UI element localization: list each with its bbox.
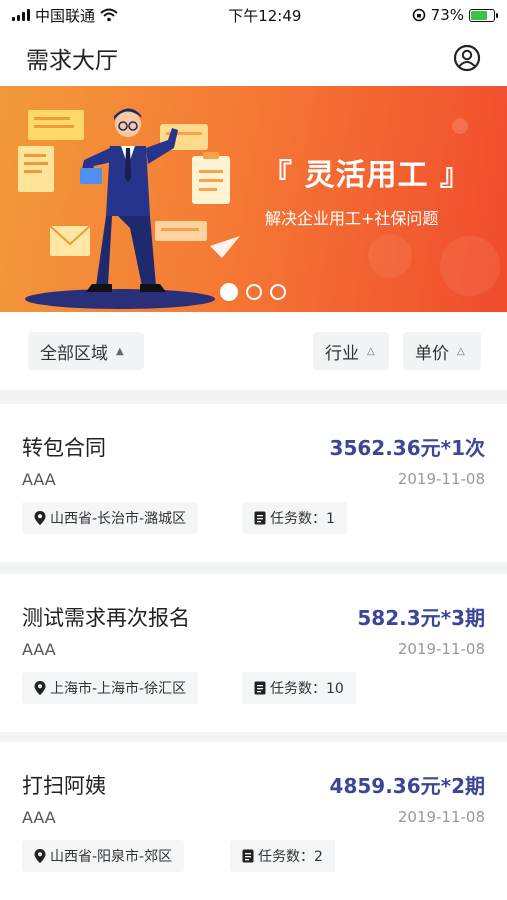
promo-banner[interactable]: 『 灵活用工 』 解决企业用工+社保问题 (0, 86, 507, 312)
location-pin-icon (34, 511, 46, 525)
card-date: 2019-11-08 (397, 808, 485, 826)
region-filter[interactable]: 全部区域 ▲ (28, 332, 144, 370)
task-count-text: 任务数：2 (258, 849, 323, 865)
carousel-dot[interactable] (270, 284, 286, 300)
task-count-tag: 任务数：10 (242, 672, 356, 704)
industry-filter[interactable]: 行业 △ (313, 332, 389, 370)
location-tag: 山西省-长治市-潞城区 (22, 502, 199, 534)
task-count-text: 任务数：1 (270, 511, 335, 527)
location-pin-icon (34, 681, 46, 695)
status-right: 73% (412, 6, 498, 24)
caret-up-icon: △ (367, 345, 375, 357)
battery-percent: 73% (430, 6, 464, 24)
card-price: 4859.36元*2期 (329, 774, 485, 798)
card-org: AAA (22, 640, 56, 659)
location-text: 山西省-阳泉市-郊区 (50, 849, 173, 865)
banner-illustration (18, 108, 500, 309)
card-org: AAA (22, 808, 56, 827)
location-tag: 山西省-阳泉市-郊区 (22, 840, 185, 872)
clock: 下午12:49 (228, 6, 302, 25)
location-pin-icon (34, 849, 46, 863)
document-icon (242, 849, 254, 863)
demand-card[interactable]: 测试需求再次报名 582.3元*3期 AAA 2019-11-08 上海市-上海… (0, 574, 507, 732)
battery-icon (469, 8, 498, 22)
demand-card[interactable]: 打扫阿姨 4859.36元*2期 AAA 2019-11-08 山西省-阳泉市-… (0, 742, 507, 900)
banner-subtitle: 解决企业用工+社保问题 (265, 209, 439, 228)
location-text: 山西省-长治市-潞城区 (50, 511, 187, 527)
filter-bar: 全部区域 ▲ 行业 △ 单价 △ (0, 312, 507, 390)
user-circle-icon[interactable] (453, 44, 481, 72)
caret-up-icon: ▲ (116, 345, 124, 357)
card-title: 转包合同 (22, 436, 106, 460)
wifi-icon (100, 8, 118, 22)
location-text: 上海市-上海市-徐汇区 (50, 681, 187, 697)
carrier-label: 中国联通 (35, 6, 96, 25)
battery-fill (471, 10, 488, 20)
status-left: 中国联通 (12, 5, 118, 26)
page-title: 需求大厅 (26, 48, 118, 74)
task-count-tag: 任务数：2 (230, 840, 335, 872)
signal-icon (12, 9, 30, 21)
carousel-dot[interactable] (246, 284, 262, 300)
card-date: 2019-11-08 (397, 640, 485, 658)
demand-card[interactable]: 转包合同 3562.36元*1次 AAA 2019-11-08 山西省-长治市-… (0, 404, 507, 562)
card-price: 582.3元*3期 (357, 606, 485, 630)
region-filter-label: 全部区域 (40, 343, 108, 364)
document-icon (254, 511, 266, 525)
price-filter-label: 单价 (415, 343, 449, 364)
app-header: 需求大厅 (0, 30, 507, 86)
document-icon (254, 681, 266, 695)
status-bar: 中国联通 下午12:49 73% (0, 0, 507, 30)
orientation-lock-icon (412, 8, 425, 22)
carousel-dot[interactable] (220, 283, 238, 301)
location-tag: 上海市-上海市-徐汇区 (22, 672, 199, 704)
price-filter[interactable]: 单价 △ (403, 332, 481, 370)
carousel-indicators[interactable] (220, 283, 286, 301)
card-price: 3562.36元*1次 (329, 436, 485, 460)
caret-up-icon: △ (457, 345, 465, 357)
industry-filter-label: 行业 (325, 343, 359, 364)
task-count-tag: 任务数：1 (242, 502, 347, 534)
task-count-text: 任务数：10 (270, 681, 344, 697)
card-title: 打扫阿姨 (22, 774, 106, 798)
card-title: 测试需求再次报名 (22, 606, 190, 630)
card-date: 2019-11-08 (397, 470, 485, 488)
banner-title: 『 灵活用工 』 (262, 158, 471, 193)
card-org: AAA (22, 470, 56, 489)
